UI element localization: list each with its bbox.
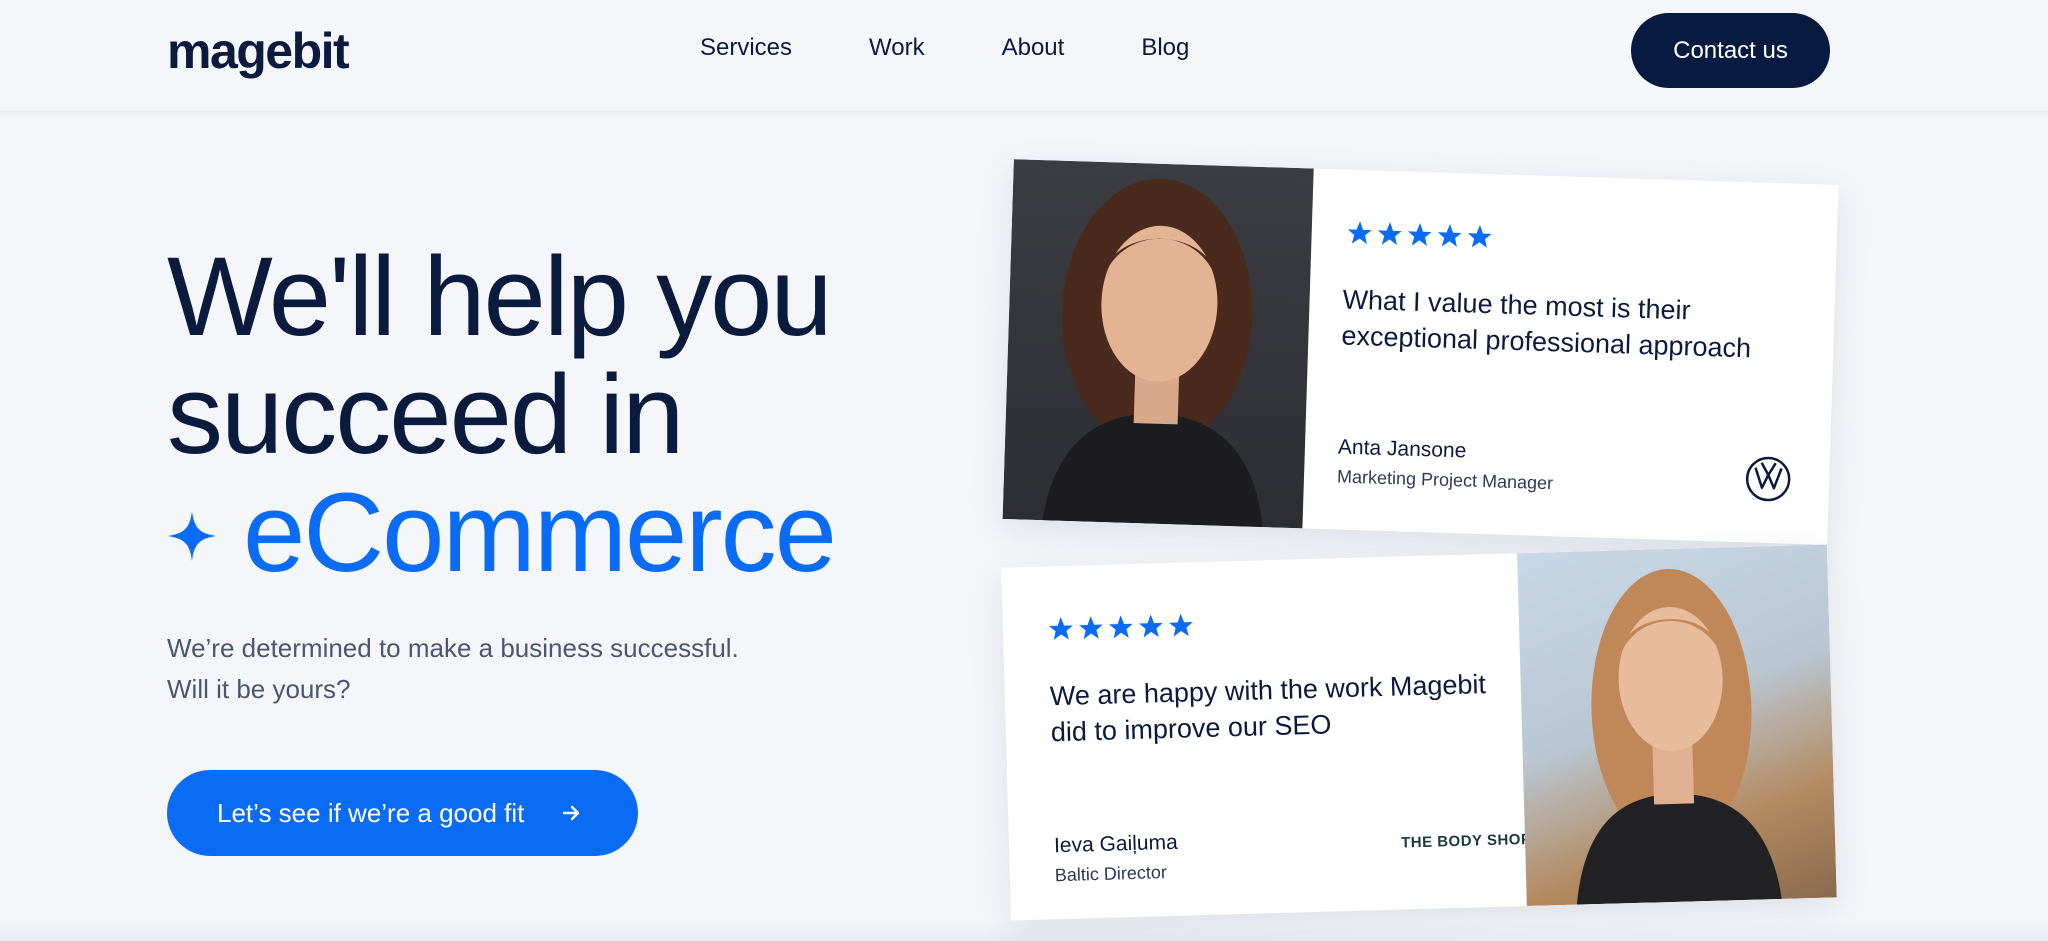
nav-item-about[interactable]: About [1002, 34, 1065, 62]
testimonial-name: Ieva Gaiļuma [1053, 830, 1179, 858]
star-icon [1168, 613, 1193, 637]
hero-accent-text: eCommerce [243, 470, 837, 595]
rating-stars [1346, 220, 1493, 251]
star-icon [1108, 615, 1133, 639]
rating-stars [1048, 612, 1195, 642]
hero-subtitle-line-2: Will it be yours? [167, 674, 351, 704]
nav-item-blog[interactable]: Blog [1141, 34, 1189, 62]
fold-shadow [0, 920, 2048, 941]
testimonial-photo [1002, 159, 1314, 529]
testimonial-photo [1517, 544, 1837, 907]
star-icon [1138, 614, 1163, 638]
testimonial-card: What I value the most is their exception… [1002, 159, 1839, 545]
magebit-logo[interactable]: magebit [167, 22, 350, 80]
hero-subtitle: We’re determined to make a business succ… [167, 628, 867, 710]
testimonial-role: Marketing Project Manager [1336, 466, 1554, 494]
nav-item-work[interactable]: Work [869, 34, 925, 62]
testimonial-quote: We are happy with the work Magebit did t… [1049, 669, 1487, 748]
hero-title-line-2: succeed in [167, 352, 684, 477]
good-fit-cta-button[interactable]: Let’s see if we’re a good fit [167, 770, 638, 856]
testimonial-quote: What I value the most is their exception… [1341, 284, 1752, 364]
person-photo-icon [1576, 568, 1782, 905]
volkswagen-logo-icon [1745, 456, 1791, 502]
star-icon [1048, 617, 1073, 640]
star-icon [1437, 223, 1462, 247]
person-photo-icon [1042, 178, 1263, 528]
hero-subtitle-line-1: We’re determined to make a business succ… [167, 633, 739, 663]
star-icon [1407, 223, 1432, 246]
hero-title-line-1: We'll help you [167, 234, 833, 359]
arrow-right-icon [562, 805, 580, 821]
star-icon [1467, 224, 1492, 248]
star-icon [1078, 616, 1103, 640]
main-nav: Services Work About Blog [700, 34, 1266, 62]
testimonial-card: We are happy with the work Magebit did t… [1001, 544, 1837, 921]
testimonial-name: Anta Jansone [1337, 435, 1467, 463]
contact-us-button[interactable]: Contact us [1631, 13, 1830, 88]
sparkle-icon [167, 511, 217, 562]
the-body-shop-logo: THE BODY SHOP [1400, 830, 1532, 852]
cta-label: Let’s see if we’re a good fit [217, 797, 525, 828]
star-icon [1347, 221, 1372, 245]
site-header: magebit Services Work About Blog Contact… [0, 0, 2048, 112]
testimonial-role: Baltic Director [1054, 862, 1168, 886]
hero-title: We'll help you succeed in eCommerce [167, 238, 887, 592]
hero-title-line-3: eCommerce [167, 474, 887, 592]
nav-item-services[interactable]: Services [700, 34, 792, 62]
star-icon [1377, 222, 1402, 246]
